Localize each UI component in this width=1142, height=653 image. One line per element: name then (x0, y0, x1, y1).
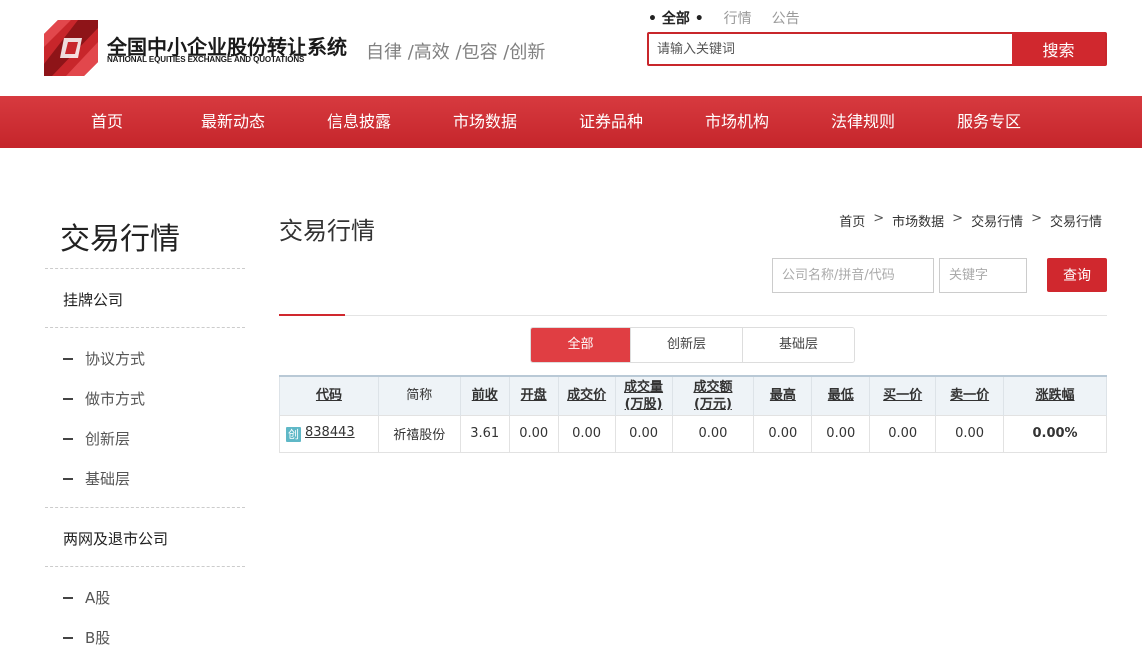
main-nav: 首页 最新动态 信息披露 市场数据 证券品种 市场机构 法律规则 服务专区 (0, 96, 1142, 148)
stock-code-link[interactable]: 838443 (305, 425, 355, 440)
nav-item-rules[interactable]: 法律规则 (831, 96, 895, 148)
site-header: 全国中小企业股份转让系统 NATIONAL EQUITIES EXCHANGE … (0, 0, 1142, 96)
table-header-row: 代码 简称 前收 开盘 成交价 成交量 (万股) 成交额 (万元) 最高 最低 买一… (279, 375, 1107, 415)
cell-amount: 0.00 (671, 414, 755, 453)
logo-english-name: NATIONAL EQUITIES EXCHANGE AND QUOTATION… (107, 55, 305, 64)
sidebar-item-label: B股 (85, 629, 111, 647)
breadcrumb-separator: > (952, 211, 964, 226)
query-button[interactable]: 查询 (1047, 258, 1107, 292)
column-header-ask1[interactable]: 卖一价 (935, 375, 1005, 415)
sidebar-item-innovation[interactable]: 创新层 (63, 428, 130, 449)
dash-icon (63, 397, 73, 400)
section-divider (279, 315, 1107, 316)
column-header-amount[interactable]: 成交额 (万元) (671, 375, 755, 415)
dash-icon (63, 357, 73, 360)
nav-item-market-data[interactable]: 市场数据 (453, 96, 517, 148)
search-button[interactable]: 搜索 (1012, 32, 1105, 66)
cell-ask1: 0.00 (935, 414, 1005, 453)
nav-item-news[interactable]: 最新动态 (201, 96, 265, 148)
cell-name: 祈禧股份 (377, 414, 461, 453)
neeq-logo-icon[interactable] (44, 20, 98, 76)
cell-price: 0.00 (557, 414, 616, 453)
sidebar-item-market-making[interactable]: 做市方式 (63, 388, 145, 409)
search-box: 搜索 (647, 32, 1107, 66)
column-header-price[interactable]: 成交价 (557, 375, 616, 415)
search-scope-tabs: • 全部 • 行情 公告 (648, 8, 800, 28)
cell-code: 创 838443 (279, 414, 379, 453)
nav-item-institutions[interactable]: 市场机构 (705, 96, 769, 148)
column-header-change[interactable]: 涨跌幅 (1003, 375, 1107, 415)
breadcrumb: 首页 > 市场数据 > 交易行情 > 交易行情 (839, 211, 1102, 230)
table-row: 创 838443 祈禧股份 3.61 0.00 0.00 0.00 0.00 0.… (279, 414, 1107, 453)
sidebar-item-agreement[interactable]: 协议方式 (63, 348, 145, 369)
sidebar-item-a-share[interactable]: A股 (63, 587, 110, 608)
sidebar-group-delisted[interactable]: 两网及退市公司 (63, 528, 168, 549)
dash-icon (63, 477, 73, 480)
innovation-layer-badge-icon: 创 (286, 427, 301, 442)
sidebar-title: 交易行情 (60, 222, 180, 257)
sidebar-divider (45, 507, 245, 508)
dash-icon (63, 636, 73, 639)
sidebar-group-listed[interactable]: 挂牌公司 (63, 289, 123, 310)
column-header-low[interactable]: 最低 (811, 375, 871, 415)
nav-item-securities[interactable]: 证券品种 (579, 96, 643, 148)
cell-prev-close: 3.61 (459, 414, 510, 453)
breadcrumb-market-data[interactable]: 市场数据 (892, 211, 944, 230)
keyword-input[interactable] (939, 258, 1027, 293)
breadcrumb-separator: > (873, 211, 885, 226)
cell-low: 0.00 (811, 414, 871, 453)
sidebar-item-basic[interactable]: 基础层 (63, 468, 130, 489)
column-header-prev-close[interactable]: 前收 (459, 375, 510, 415)
column-header-bid1[interactable]: 买一价 (869, 375, 937, 415)
column-header-high[interactable]: 最高 (753, 375, 813, 415)
slogan: 自律 /高效 /包容 /创新 (366, 42, 546, 63)
layer-tabs: 全部 创新层 基础层 (530, 327, 855, 363)
column-header-code[interactable]: 代码 (279, 375, 379, 415)
tab-innovation[interactable]: 创新层 (630, 328, 742, 362)
nav-item-services[interactable]: 服务专区 (957, 96, 1021, 148)
breadcrumb-quotes[interactable]: 交易行情 (971, 211, 1023, 230)
tab-all[interactable]: 全部 (531, 328, 630, 362)
search-tab-quotes[interactable]: 行情 (724, 8, 752, 28)
column-header-name: 简称 (377, 375, 461, 415)
sidebar-divider (45, 327, 245, 328)
sidebar-item-label: 做市方式 (85, 390, 146, 408)
sidebar-item-label: 创新层 (85, 430, 131, 448)
search-input[interactable] (649, 34, 1015, 64)
sidebar-item-label: 基础层 (85, 470, 131, 488)
search-tab-all[interactable]: • 全部 • (648, 8, 704, 28)
cell-bid1: 0.00 (869, 414, 937, 453)
cell-high: 0.00 (753, 414, 813, 453)
sidebar-divider (45, 566, 245, 567)
breadcrumb-separator: > (1031, 211, 1042, 226)
sidebar-divider (45, 268, 245, 269)
cell-open: 0.00 (508, 414, 559, 453)
breadcrumb-home[interactable]: 首页 (839, 211, 865, 230)
quotes-table: 代码 简称 前收 开盘 成交价 成交量 (万股) 成交额 (万元) 最高 最低 买一… (279, 375, 1107, 453)
breadcrumb-current: 交易行情 (1049, 215, 1102, 230)
sidebar-item-b-share[interactable]: B股 (63, 627, 110, 648)
dash-icon (63, 596, 73, 599)
nav-item-disclosure[interactable]: 信息披露 (327, 96, 391, 148)
column-header-open[interactable]: 开盘 (508, 375, 559, 415)
cell-change: 0.00% (1003, 414, 1107, 453)
company-search-input[interactable] (772, 258, 934, 293)
section-divider-accent (279, 314, 345, 316)
search-tab-announcements[interactable]: 公告 (772, 8, 800, 28)
dash-icon (63, 437, 73, 440)
cell-volume: 0.00 (614, 414, 673, 453)
column-header-volume[interactable]: 成交量 (万股) (614, 375, 673, 415)
nav-item-home[interactable]: 首页 (91, 96, 123, 148)
page-title: 交易行情 (279, 217, 375, 245)
sidebar-item-label: A股 (85, 589, 111, 607)
tab-basic[interactable]: 基础层 (742, 328, 854, 362)
sidebar-item-label: 协议方式 (85, 350, 146, 368)
